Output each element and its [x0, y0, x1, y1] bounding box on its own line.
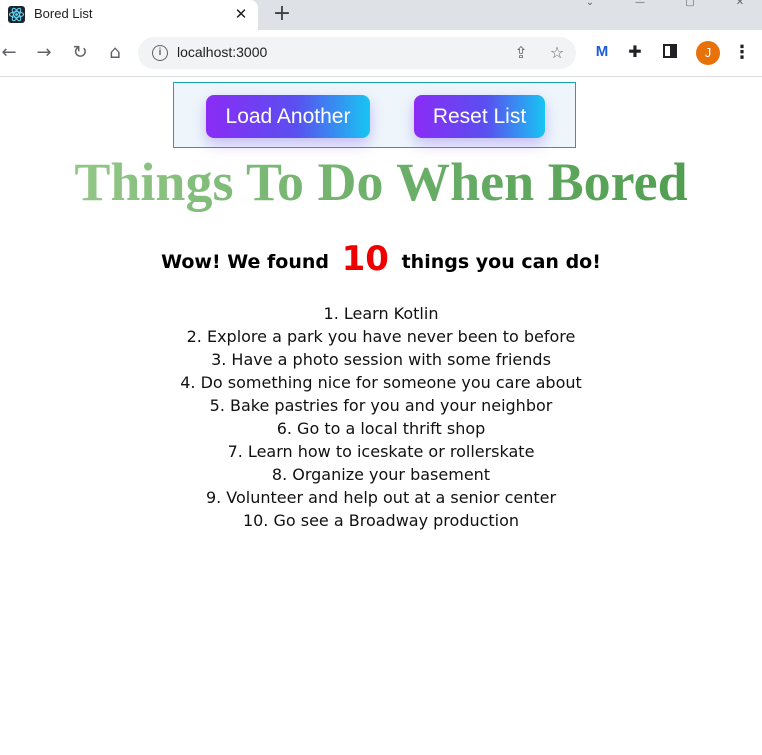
list-item: 1. Learn Kotlin — [323, 304, 439, 323]
forward-icon[interactable]: → — [32, 42, 56, 64]
button-panel: Load Another Reset List — [173, 82, 576, 148]
info-icon[interactable]: i — [152, 45, 168, 61]
list-item: 2. Explore a park you have never been to… — [186, 327, 576, 346]
list-item: 10. Go see a Broadway production — [242, 511, 520, 530]
avatar[interactable]: J — [696, 41, 720, 65]
list-item: 5. Bake pastries for you and your neighb… — [209, 396, 553, 415]
list-item: 9. Volunteer and help out at a senior ce… — [205, 488, 557, 507]
page-content: Load Another Reset List Things To Do Whe… — [0, 77, 762, 755]
results-suffix: things you can do! — [401, 251, 601, 273]
list-item: 6. Go to a local thrift shop — [276, 419, 486, 438]
tab-close-icon[interactable]: ✕ — [232, 5, 250, 23]
side-panel-icon[interactable] — [663, 44, 677, 58]
list-item: 7. Learn how to iceskate or rollerskate — [227, 442, 535, 461]
list-item: 3. Have a photo session with some friend… — [211, 350, 551, 369]
results-summary: Wow! We found 10 things you can do! — [0, 237, 762, 284]
window-close-icon[interactable]: ✕ — [720, 0, 760, 8]
list-item: 4. Do something nice for someone you car… — [180, 373, 582, 392]
results-prefix: Wow! We found — [161, 251, 330, 273]
browser-tab[interactable]: Bored List ✕ — [0, 0, 258, 30]
url-text[interactable]: localhost:3000 — [177, 44, 267, 60]
extension-m-icon[interactable]: M — [592, 42, 612, 62]
home-icon[interactable]: ⌂ — [103, 42, 127, 64]
minimize-icon[interactable]: — — [620, 0, 660, 8]
tab-search-icon[interactable]: ⌄ — [570, 0, 610, 8]
menu-icon[interactable]: ⋮ — [733, 41, 751, 65]
react-logo-icon — [8, 6, 25, 23]
address-bar[interactable]: i localhost:3000 ⇪ ☆ — [138, 37, 576, 69]
activity-list: 1. Learn Kotlin 2. Explore a park you ha… — [0, 302, 762, 532]
browser-toolbar: ← → ↻ ⌂ i localhost:3000 ⇪ ☆ M ✚ J ⋮ — [0, 30, 762, 77]
tab-title: Bored List — [34, 6, 93, 21]
puzzle-icon[interactable]: ✚ — [625, 42, 645, 62]
reset-list-button[interactable]: Reset List — [414, 95, 545, 138]
list-item: 8. Organize your basement — [271, 465, 491, 484]
back-icon[interactable]: ← — [0, 42, 21, 64]
reload-icon[interactable]: ↻ — [68, 42, 92, 64]
load-another-button[interactable]: Load Another — [206, 95, 370, 138]
star-icon[interactable]: ☆ — [546, 42, 568, 64]
share-icon[interactable]: ⇪ — [510, 42, 532, 64]
results-count: 10 — [341, 239, 389, 279]
page-title: Things To Do When Bored — [0, 149, 762, 215]
tab-strip: Bored List ✕ + ⌄ — ▢ ✕ — [0, 0, 762, 30]
new-tab-icon[interactable]: + — [271, 3, 293, 25]
maximize-icon[interactable]: ▢ — [670, 0, 710, 8]
